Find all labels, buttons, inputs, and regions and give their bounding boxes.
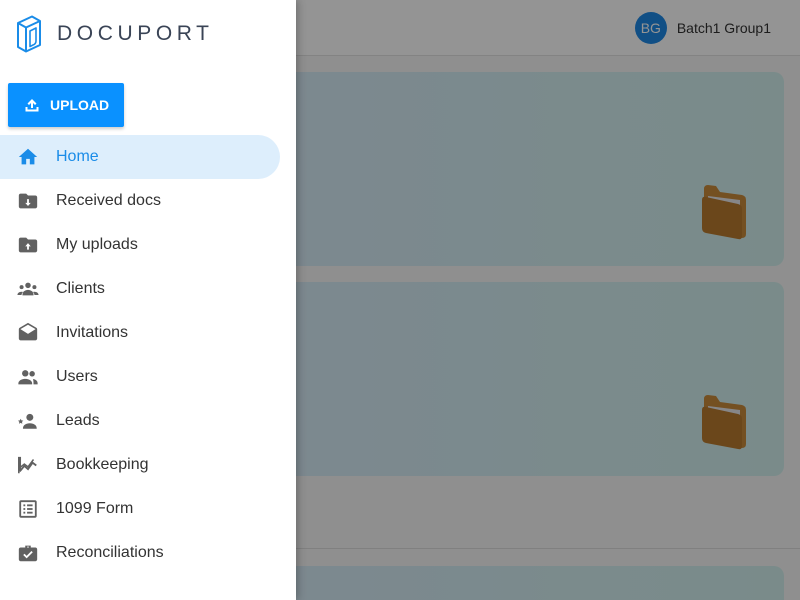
- folder-download-icon: [16, 189, 40, 213]
- sidebar-item-received-docs[interactable]: Received docs: [0, 179, 296, 223]
- list-form-icon: [16, 497, 40, 521]
- sidebar-item-label: Leads: [56, 412, 100, 429]
- docuport-logo[interactable]: DOCUPORT: [15, 15, 214, 53]
- sidebar-item-label: My uploads: [56, 236, 138, 253]
- chart-icon: [16, 453, 40, 477]
- briefcase-check-icon: [16, 541, 40, 565]
- home-icon: [16, 145, 40, 169]
- sidebar-item-bookkeeping[interactable]: Bookkeeping: [0, 443, 296, 487]
- sidebar-item-clients[interactable]: Clients: [0, 267, 296, 311]
- sidebar-item-label: Users: [56, 368, 98, 385]
- sidebar-nav: Home Received docs My uploads Clients In…: [0, 135, 296, 575]
- envelope-open-icon: [16, 321, 40, 345]
- sidebar-item-label: Received docs: [56, 192, 161, 209]
- upload-button[interactable]: UPLOAD: [8, 83, 124, 127]
- sidebar-item-label: Home: [56, 148, 99, 165]
- upload-icon: [25, 99, 39, 112]
- sidebar-item-home[interactable]: Home: [0, 135, 280, 179]
- navigation-drawer: DOCUPORT UPLOAD Home Received docs My up…: [0, 0, 296, 600]
- logo-text: DOCUPORT: [57, 22, 214, 45]
- sidebar-item-users[interactable]: Users: [0, 355, 296, 399]
- users-icon: [16, 365, 40, 389]
- sidebar-item-label: Bookkeeping: [56, 456, 149, 473]
- sidebar-item-leads[interactable]: Leads: [0, 399, 296, 443]
- person-star-icon: [16, 409, 40, 433]
- sidebar-item-1099-form[interactable]: 1099 Form: [0, 487, 296, 531]
- docuport-logo-icon: [17, 15, 41, 53]
- sidebar-item-label: Clients: [56, 280, 105, 297]
- sidebar-item-reconciliations[interactable]: Reconciliations: [0, 531, 296, 575]
- sidebar-item-invitations[interactable]: Invitations: [0, 311, 296, 355]
- sidebar-item-label: 1099 Form: [56, 500, 134, 517]
- folder-upload-icon: [16, 233, 40, 257]
- sidebar-item-label: Reconciliations: [56, 544, 164, 561]
- upload-label: UPLOAD: [50, 97, 110, 113]
- sidebar-item-label: Invitations: [56, 324, 129, 341]
- sidebar-item-my-uploads[interactable]: My uploads: [0, 223, 296, 267]
- group-icon: [16, 277, 40, 301]
